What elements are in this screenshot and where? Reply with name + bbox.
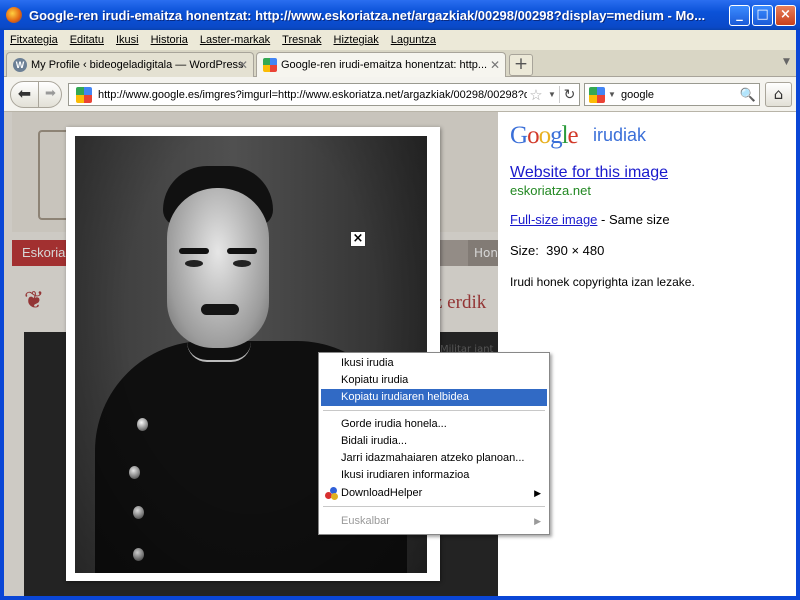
menu-item-view-image-info[interactable]: Ikusi irudiaren informazioa (321, 467, 547, 484)
menu-item-save-image-as[interactable]: Gorde irudia honela... (321, 416, 547, 433)
menu-item-send-image[interactable]: Bidali irudia... (321, 433, 547, 450)
google-images-subtitle: irudiak (593, 125, 647, 145)
menu-separator (323, 410, 545, 411)
menu-fitxategia[interactable]: Fitxategia (10, 34, 58, 46)
submenu-arrow-icon: ▶ (534, 488, 541, 498)
menu-item-set-desktop-background[interactable]: Jarri idazmahaiaren atzeko planoan... (321, 450, 547, 467)
website-for-image-link[interactable]: Website for this image (510, 164, 668, 182)
menu-bar: Fitxategia Editatu Ikusi Historia Laster… (4, 30, 796, 50)
menu-laguntza[interactable]: Laguntza (391, 34, 436, 46)
google-favicon-icon (263, 58, 277, 72)
url-dropdown-icon[interactable]: ▼ (545, 90, 559, 99)
window-frame-right (796, 30, 800, 600)
menu-editatu[interactable]: Editatu (70, 34, 104, 46)
site-domain: eskoriatza.net (510, 183, 591, 198)
menu-tresnak[interactable]: Tresnak (282, 34, 321, 46)
fullsize-image-link[interactable]: Full-size image (510, 212, 597, 227)
fullsize-row: Full-size image - Same size (510, 212, 670, 227)
menu-item-label: Euskalbar (341, 515, 390, 527)
tab-wordpress-profile[interactable]: W My Profile ‹ bideogeladigitala — WordP… (6, 52, 254, 77)
menu-item-copy-image[interactable]: Kopiatu irudia (321, 372, 547, 389)
search-engine-icon[interactable] (589, 86, 605, 103)
submenu-arrow-icon: ▶ (534, 516, 541, 526)
tab-bar: W My Profile ‹ bideogeladigitala — WordP… (4, 50, 796, 77)
search-engine-dropdown-icon[interactable]: ▼ (608, 90, 618, 99)
tab-close-icon[interactable]: ✕ (490, 58, 500, 72)
window-title: Google-ren irudi-emaitza honentzat: http… (29, 7, 706, 23)
image-size: Size: 390 × 480 (510, 243, 604, 258)
tab-google-image-result[interactable]: Google-ren irudi-emaitza honentzat: http… (256, 52, 506, 77)
menu-item-label: DownloadHelper (341, 487, 423, 499)
forward-button[interactable]: ➡ (39, 82, 62, 107)
menu-item-copy-image-location[interactable]: Kopiatu irudiaren helbidea (321, 389, 547, 406)
menu-separator (323, 506, 545, 507)
fullsize-suffix: - Same size (597, 212, 670, 227)
minimize-button[interactable]: _ (729, 5, 750, 26)
google-favicon-icon (76, 86, 92, 103)
copyright-notice: Irudi honek copyrighta izan lezake. (510, 275, 695, 289)
search-icon[interactable]: 🔍 (737, 87, 759, 103)
close-window-button[interactable]: × (775, 5, 796, 26)
url-bar[interactable]: http://www.google.es/imgres?imgurl=http:… (68, 83, 580, 106)
reload-icon[interactable]: ↻ (559, 86, 579, 103)
home-button[interactable]: ⌂ (765, 82, 792, 107)
size-label: Size: (510, 243, 539, 258)
tab-label: My Profile ‹ bideogeladigitala — WordPre… (31, 59, 244, 71)
new-tab-button[interactable]: + (509, 54, 533, 76)
tab-close-icon[interactable]: ✕ (238, 58, 248, 72)
maximize-button[interactable]: □ (752, 5, 773, 26)
close-preview-icon[interactable]: × (350, 231, 366, 247)
menu-laster-markak[interactable]: Laster-markak (200, 34, 270, 46)
wordpress-icon: W (13, 58, 27, 72)
context-menu: Ikusi irudia Kopiatu irudia Kopiatu irud… (318, 352, 550, 535)
firefox-icon (6, 7, 22, 23)
tab-list-chevron-icon[interactable]: ▼ (783, 57, 790, 67)
menu-ikusi[interactable]: Ikusi (116, 34, 139, 46)
google-logo[interactable]: Google (510, 122, 579, 150)
tab-label: Google-ren irudi-emaitza honentzat: http… (281, 59, 488, 71)
search-input[interactable]: google (618, 89, 737, 101)
window-frame-bottom (0, 596, 800, 600)
downloadhelper-icon (325, 487, 338, 500)
url-input[interactable]: http://www.google.es/imgres?imgurl=http:… (98, 89, 527, 101)
bookmark-star-icon[interactable]: ☆ (527, 86, 545, 104)
back-button[interactable]: ⬅ (11, 82, 39, 107)
menu-item-euskalbar[interactable]: Euskalbar ▶ (321, 513, 547, 530)
search-bar[interactable]: ▼ google 🔍 (584, 83, 760, 106)
menu-historia[interactable]: Historia (151, 34, 188, 46)
menu-item-downloadhelper[interactable]: DownloadHelper ▶ (321, 485, 547, 502)
size-value: 390 × 480 (546, 243, 605, 258)
menu-hiztegiak[interactable]: Hiztegiak (334, 34, 379, 46)
menu-item-view-image[interactable]: Ikusi irudia (321, 355, 547, 372)
back-forward-group: ⬅ ➡ (10, 81, 62, 108)
title-bar[interactable]: Google-ren irudi-emaitza honentzat: http… (0, 0, 800, 30)
navigation-bar: ⬅ ➡ http://www.google.es/imgres?imgurl=h… (4, 77, 796, 112)
